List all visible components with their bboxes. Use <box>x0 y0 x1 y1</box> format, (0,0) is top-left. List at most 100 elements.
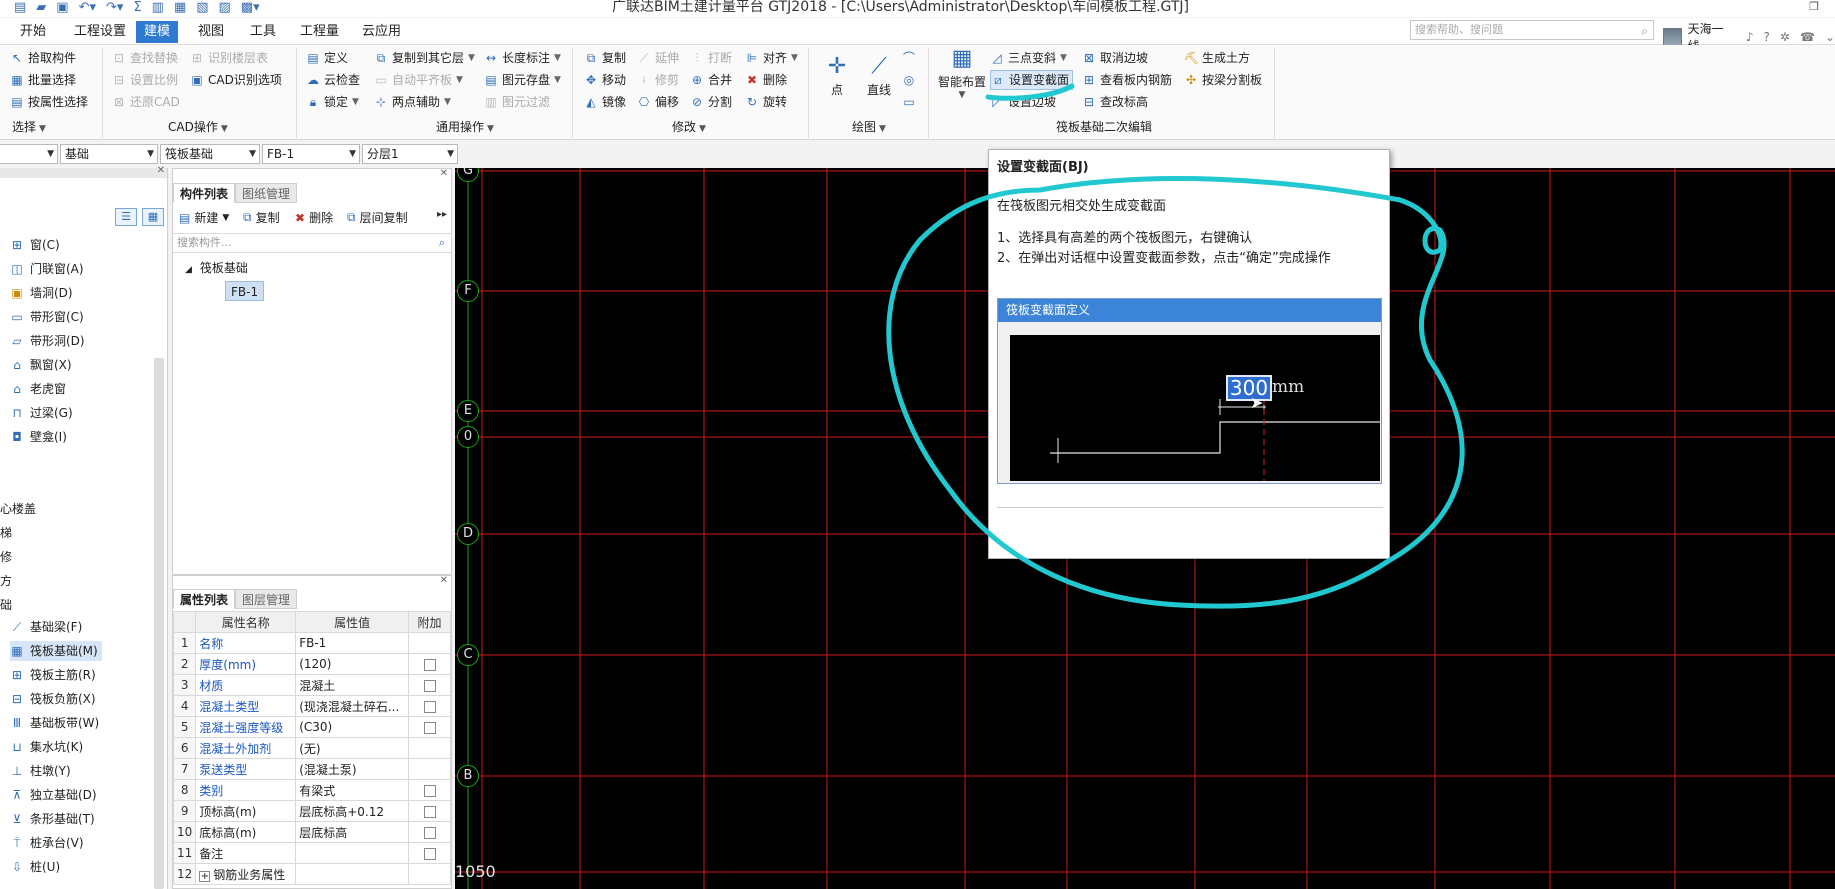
copy-button[interactable]: ⧉ 复制 <box>584 48 626 68</box>
view-slab-rebar-button[interactable]: ⊞ 查看板内钢筋 <box>1082 70 1172 90</box>
help-icon[interactable]: ? <box>1764 30 1770 44</box>
settings-icon[interactable]: ✲ <box>1780 30 1790 44</box>
undo-icon[interactable]: ↶▾ <box>79 0 96 15</box>
cloud-check-button[interactable]: ☁ 云检查 <box>306 70 360 90</box>
table-row[interactable]: 9 顶标高(m) 层底标高+0.12 <box>172 800 451 822</box>
generate-earthwork-button[interactable]: ⛏︎ 生成土方 <box>1184 48 1250 68</box>
tab-cloud[interactable]: 云应用 <box>354 21 409 43</box>
component-search-input[interactable]: 搜索构件... ⌕ <box>173 233 451 253</box>
search-icon[interactable]: ⌕ <box>1641 22 1648 40</box>
table-row[interactable]: 11 备注 <box>172 842 451 864</box>
merge-button[interactable]: ⊕ 合并 <box>690 70 732 90</box>
extra-checkbox[interactable] <box>423 721 436 734</box>
tab-start[interactable]: 开始 <box>12 21 54 43</box>
nav-item-foundation-beam[interactable]: ⟋ 基础梁(F) <box>10 617 86 637</box>
smart-layout-button[interactable]: ▦ 智能布置 ▼ <box>936 45 988 100</box>
nav-item-strip-foundation[interactable]: ⊻ 条形基础(T) <box>10 809 99 829</box>
table-row[interactable]: 5 混凝土强度等级 (C30) <box>172 716 451 738</box>
circle-button[interactable]: ◎ <box>902 70 916 90</box>
align-button[interactable]: ⊫ 对齐 ▼ <box>745 48 798 68</box>
tab-layer-management[interactable]: 图层管理 <box>235 589 298 609</box>
extra-checkbox[interactable] <box>423 847 436 860</box>
element-save-button[interactable]: ▤ 图元存盘 ▼ <box>484 70 561 90</box>
list-view-icon[interactable]: ☰ <box>115 208 137 226</box>
set-variable-section-button[interactable]: ⧄ 设置变截面 <box>990 70 1074 90</box>
tab-component-list[interactable]: 构件列表 <box>173 183 236 203</box>
close-icon[interactable]: ✕ <box>157 165 165 176</box>
nav-item-isolated-foundation[interactable]: ⊼ 独立基础(D) <box>10 785 101 805</box>
rotate-button[interactable]: ↻ 旋转 <box>745 92 787 112</box>
trim-button[interactable]: ⟊ 修剪 <box>637 70 679 90</box>
break-button[interactable]: ⫶ 打断 <box>690 48 732 68</box>
nav-item-column-pier[interactable]: ⊥ 柱墩(Y) <box>10 761 75 781</box>
service-icon[interactable]: ☎ <box>1800 30 1815 44</box>
grid-view-icon[interactable]: ▦ <box>142 208 164 226</box>
group-label-cad[interactable]: CAD操作 ▼ <box>168 118 228 135</box>
batch-select-button[interactable]: ▦ 批量选择 <box>10 70 76 90</box>
notification-icon[interactable]: ♪ <box>1746 30 1754 44</box>
tab-property-list[interactable]: 属性列表 <box>173 589 236 609</box>
delete-button[interactable]: ✖ 删除 <box>745 70 787 90</box>
nav-section-earthwork[interactable]: 方 <box>0 572 12 589</box>
property-value[interactable] <box>295 863 410 885</box>
cancel-slope-button[interactable]: ⊠ 取消边坡 <box>1082 48 1148 68</box>
nav-item-sump-pit[interactable]: ⊔ 集水坑(K) <box>10 737 87 757</box>
component-select[interactable]: FB-1 ▼ <box>262 144 360 164</box>
three-point-slope-button[interactable]: ◿ 三点变斜 ▼ <box>990 48 1067 68</box>
collapse-icon[interactable]: ◢ <box>185 265 192 275</box>
two-point-assist-button[interactable]: ⊹ 两点辅助 ▼ <box>374 92 451 112</box>
search-icon[interactable]: ⌕ <box>439 234 445 252</box>
more-tools-icon[interactable]: ▸▸ <box>437 209 447 220</box>
nav-item-wall-opening[interactable]: ▣ 墙洞(D) <box>10 283 77 303</box>
nav-item-window[interactable]: ⊞ 窗(C) <box>10 235 64 255</box>
split-button[interactable]: ⊘ 分割 <box>690 92 732 112</box>
mirror-button[interactable]: ◭ 镜像 <box>584 92 626 112</box>
nav-section-hollow-floor[interactable]: 心楼盖 <box>0 500 36 517</box>
group-label-modify[interactable]: 修改 ▼ <box>672 118 706 135</box>
nav-item-pile[interactable]: ⇩ 桩(U) <box>10 857 64 877</box>
copy-component-button[interactable]: ⧉ 复制 <box>243 209 280 226</box>
nav-section-stairs[interactable]: 梯 <box>0 524 12 541</box>
extra-checkbox[interactable] <box>423 700 436 713</box>
property-value[interactable]: 层底标高 <box>295 821 410 843</box>
nav-item-raft-foundation[interactable]: ▦ 筏板基础(M) <box>10 641 102 661</box>
tab-quantities[interactable]: 工程量 <box>292 21 347 43</box>
rectangle-button[interactable]: ▭ <box>902 92 916 112</box>
extend-button[interactable]: ⟋ 延伸 <box>637 48 679 68</box>
table-row[interactable]: 3 材质 混凝土 <box>172 674 451 696</box>
extra-checkbox[interactable] <box>423 826 436 839</box>
lock-button[interactable]: 🔒︎ 锁定 ▼ <box>306 92 359 112</box>
element-filter-button[interactable]: ▥ 图元过滤 <box>484 92 550 112</box>
copy-to-other-floor-button[interactable]: ⧉ 复制到其它层 ▼ <box>374 48 475 68</box>
nav-item-door-window[interactable]: ◫ 门联窗(A) <box>10 259 88 279</box>
type-select[interactable]: 筏板基础 ▼ <box>160 144 260 164</box>
extra-checkbox[interactable] <box>423 679 436 692</box>
nav-section-foundation[interactable]: 础 <box>0 596 12 613</box>
property-value[interactable]: (无) <box>295 737 410 759</box>
nav-scrollbar[interactable] <box>154 358 164 889</box>
redo-icon[interactable]: ↷▾ <box>106 0 123 15</box>
nav-item-dormer[interactable]: ⌂ 老虎窗 <box>10 379 70 399</box>
property-value[interactable]: (120) <box>295 653 410 675</box>
property-value[interactable]: FB-1 <box>295 632 410 654</box>
tree-item-fb-1[interactable]: FB-1 <box>225 281 265 301</box>
restore-cad-button[interactable]: ⊠ 还原CAD <box>112 92 180 112</box>
cad-options-button[interactable]: ▣ CAD识别选项 <box>190 70 282 90</box>
close-icon[interactable]: ✕ <box>440 168 448 179</box>
table-row[interactable]: 7 泵送类型 (混凝土泵) <box>172 758 451 780</box>
tool-icon-3[interactable]: ▧ <box>196 0 208 15</box>
tab-drawing-management[interactable]: 图纸管理 <box>235 183 298 203</box>
group-label-select[interactable]: 选择 ▼ <box>12 118 46 135</box>
offset-button[interactable]: ⎔ 偏移 <box>637 92 679 112</box>
set-slope-button[interactable]: ◸ 设置边坡 <box>990 92 1056 112</box>
save-icon[interactable]: ▣ <box>56 0 68 15</box>
property-value[interactable]: (现浇混凝土碎石... <box>295 695 410 717</box>
nav-item-strip-window[interactable]: ▭ 带形窗(C) <box>10 307 88 327</box>
select-by-attribute-button[interactable]: ▤ 按属性选择 <box>10 92 88 112</box>
tab-view[interactable]: 视图 <box>190 21 232 43</box>
point-button[interactable]: ✛ 点 <box>820 53 854 98</box>
nav-item-strip-opening[interactable]: ▱ 带形洞(D) <box>10 331 89 351</box>
table-row[interactable]: 10 底标高(m) 层底标高 <box>172 821 451 843</box>
tool-icon-4[interactable]: ▨ <box>219 0 231 15</box>
expand-icon[interactable]: ⌄ <box>1825 30 1835 44</box>
